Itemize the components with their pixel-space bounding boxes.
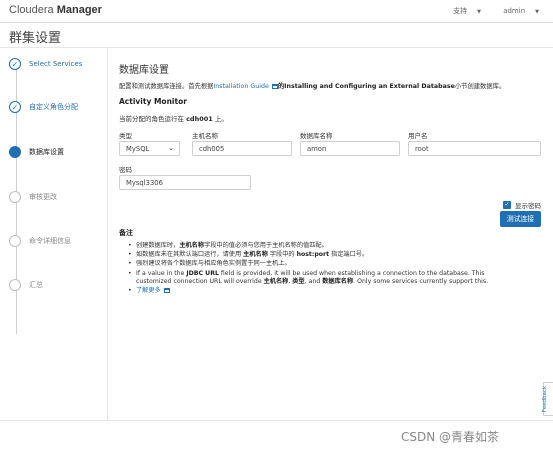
brand-prefix: Cloudera: [9, 4, 54, 16]
notes-heading: 备注: [119, 229, 133, 237]
service-heading: Activity Monitor: [119, 97, 187, 106]
host-name: cdh001: [186, 115, 213, 123]
list-item: 创建数据库时，主机名称字段中的值必须与您用于主机名称的值匹配。: [128, 242, 519, 251]
step-label: 汇总: [29, 281, 43, 289]
list-item: If a value in the JDBC URL field is prov…: [128, 269, 519, 287]
check-icon: ✓: [9, 101, 21, 113]
wizard-steps-sidebar: ✓ Select Services ✓ 自定义角色分配 数据库设置 审核更改 命…: [0, 48, 108, 420]
pending-step-icon: [9, 191, 21, 203]
support-menu-label: 支持: [453, 7, 468, 15]
learn-more-link[interactable]: 了解更多: [136, 287, 170, 294]
learn-more-text: 了解更多: [136, 287, 161, 295]
db-type-value: MySQL: [126, 145, 150, 153]
user-menu[interactable]: admin ▼: [493, 7, 539, 15]
list-item: 强烈建议将各个数据库与相应角色实例置于同一主机上。: [128, 260, 519, 269]
show-password-toggle[interactable]: ✓ 显示密码: [503, 200, 541, 210]
check-icon: ✓: [9, 58, 21, 70]
step-label: Select Services: [29, 60, 83, 68]
type-label: 类型: [119, 132, 132, 140]
note-text: 创建数据库时，: [136, 242, 180, 249]
note-bold: 数据库名称: [322, 278, 354, 286]
step-label: 数据库设置: [29, 148, 64, 156]
active-step-icon: [9, 146, 21, 158]
checkbox-checked-icon[interactable]: ✓: [503, 201, 511, 209]
list-item: 如数据库未在其默认端口运行，请使用 主机名称 字段中的 host:port 指定…: [128, 251, 519, 260]
title-bar: 群集设置: [0, 23, 553, 48]
installation-guide-link-text: Installation Guide: [213, 83, 269, 90]
hostname-label: 主机名称: [192, 132, 218, 140]
intro-bold: 的Installing and Configuring an External …: [277, 83, 455, 90]
section-heading: 数据库设置: [119, 65, 169, 76]
watermark: CSDN @青春如茶: [401, 430, 500, 444]
step-database-setup[interactable]: 数据库设置: [9, 144, 64, 160]
intro-suffix: 小节创建数据库。: [454, 83, 506, 90]
note-text: 字段中的值必须与您用于主机名称的值匹配。: [204, 242, 328, 249]
installation-guide-link[interactable]: Installation Guide: [213, 83, 278, 90]
list-item: 了解更多: [128, 287, 519, 296]
host-prefix: 当前分配的角色运行在: [119, 115, 184, 123]
note-bold: 主机名称: [263, 278, 289, 286]
note-text: 强烈建议将各个数据库与相应角色实例置于同一主机上。: [136, 260, 291, 268]
step-label: 审核更改: [29, 193, 57, 201]
note-text: ,: [288, 278, 291, 286]
pending-step-icon: [9, 279, 21, 291]
intro-prefix: 配置和测试数据库连接。首先根据: [119, 83, 214, 90]
user-menu-label: admin: [503, 7, 526, 15]
note-text: . Only some services currently support t…: [353, 278, 489, 286]
main-content: 数据库设置 配置和测试数据库连接。首先根据Installation Guide 的…: [119, 48, 544, 420]
step-summary: 汇总: [9, 277, 43, 293]
note-text: If a value in the: [136, 269, 185, 277]
top-nav-menu: 支持 ▼ admin ▼: [433, 6, 539, 16]
intro-text: 配置和测试数据库连接。首先根据Installation Guide 的Instal…: [119, 81, 505, 90]
step-select-services[interactable]: ✓ Select Services: [9, 56, 82, 72]
notes-list: 创建数据库时，主机名称字段中的值必须与您用于主机名称的值匹配。 如数据库未在其默…: [119, 242, 519, 297]
brand-name: Manager: [56, 4, 102, 16]
top-navbar: Cloudera Manager 支持 ▼ admin ▼: [0, 0, 553, 23]
note-text: 字段中的: [269, 251, 295, 259]
note-text: 指定端口号。: [331, 251, 369, 259]
note-bold: 主机名称: [243, 251, 268, 259]
show-password-label: 显示密码: [515, 202, 541, 210]
test-connection-button[interactable]: 测试连接: [500, 211, 541, 227]
note-bold: 类型: [292, 278, 305, 286]
page-title: 群集设置: [9, 30, 62, 45]
dbname-label: 数据库名称: [300, 132, 333, 140]
password-label: 密码: [119, 166, 132, 174]
step-label: 命令详细信息: [29, 237, 71, 245]
username-label: 用户名: [408, 132, 428, 140]
dbname-input[interactable]: amon: [300, 141, 400, 156]
feedback-tab[interactable]: Feedback: [542, 382, 553, 416]
host-assignment-text: 当前分配的角色运行在 cdh001 上。: [119, 113, 228, 123]
note-bold: 主机名称: [179, 242, 205, 249]
chevron-down-icon: ▼: [535, 9, 539, 15]
chevron-down-icon: ▼: [477, 9, 481, 15]
chevron-down-icon: ⌄: [168, 144, 174, 152]
step-role-assignment[interactable]: ✓ 自定义角色分配: [9, 99, 78, 115]
username-input[interactable]: root: [408, 141, 541, 156]
step-command-details: 命令详细信息: [9, 233, 71, 249]
support-menu[interactable]: 支持 ▼: [443, 7, 481, 15]
note-text: 如数据库未在其默认端口运行，请使用: [136, 251, 242, 259]
note-bold: JDBC URL: [186, 269, 219, 277]
brand-logo[interactable]: Cloudera Manager: [9, 4, 102, 16]
hostname-input[interactable]: cdh005: [192, 141, 292, 156]
feedback-label: Feedback: [542, 385, 549, 413]
db-type-select[interactable]: MySQL ⌄: [119, 141, 180, 156]
note-text: , and: [304, 278, 321, 286]
note-bold: host:port: [296, 251, 330, 259]
external-link-icon: [163, 288, 170, 294]
password-input[interactable]: Mysql3306: [119, 175, 251, 190]
step-label: 自定义角色分配: [29, 103, 78, 111]
host-suffix: 上。: [214, 115, 228, 123]
pending-step-icon: [9, 235, 21, 247]
step-review-changes: 审核更改: [9, 189, 57, 205]
